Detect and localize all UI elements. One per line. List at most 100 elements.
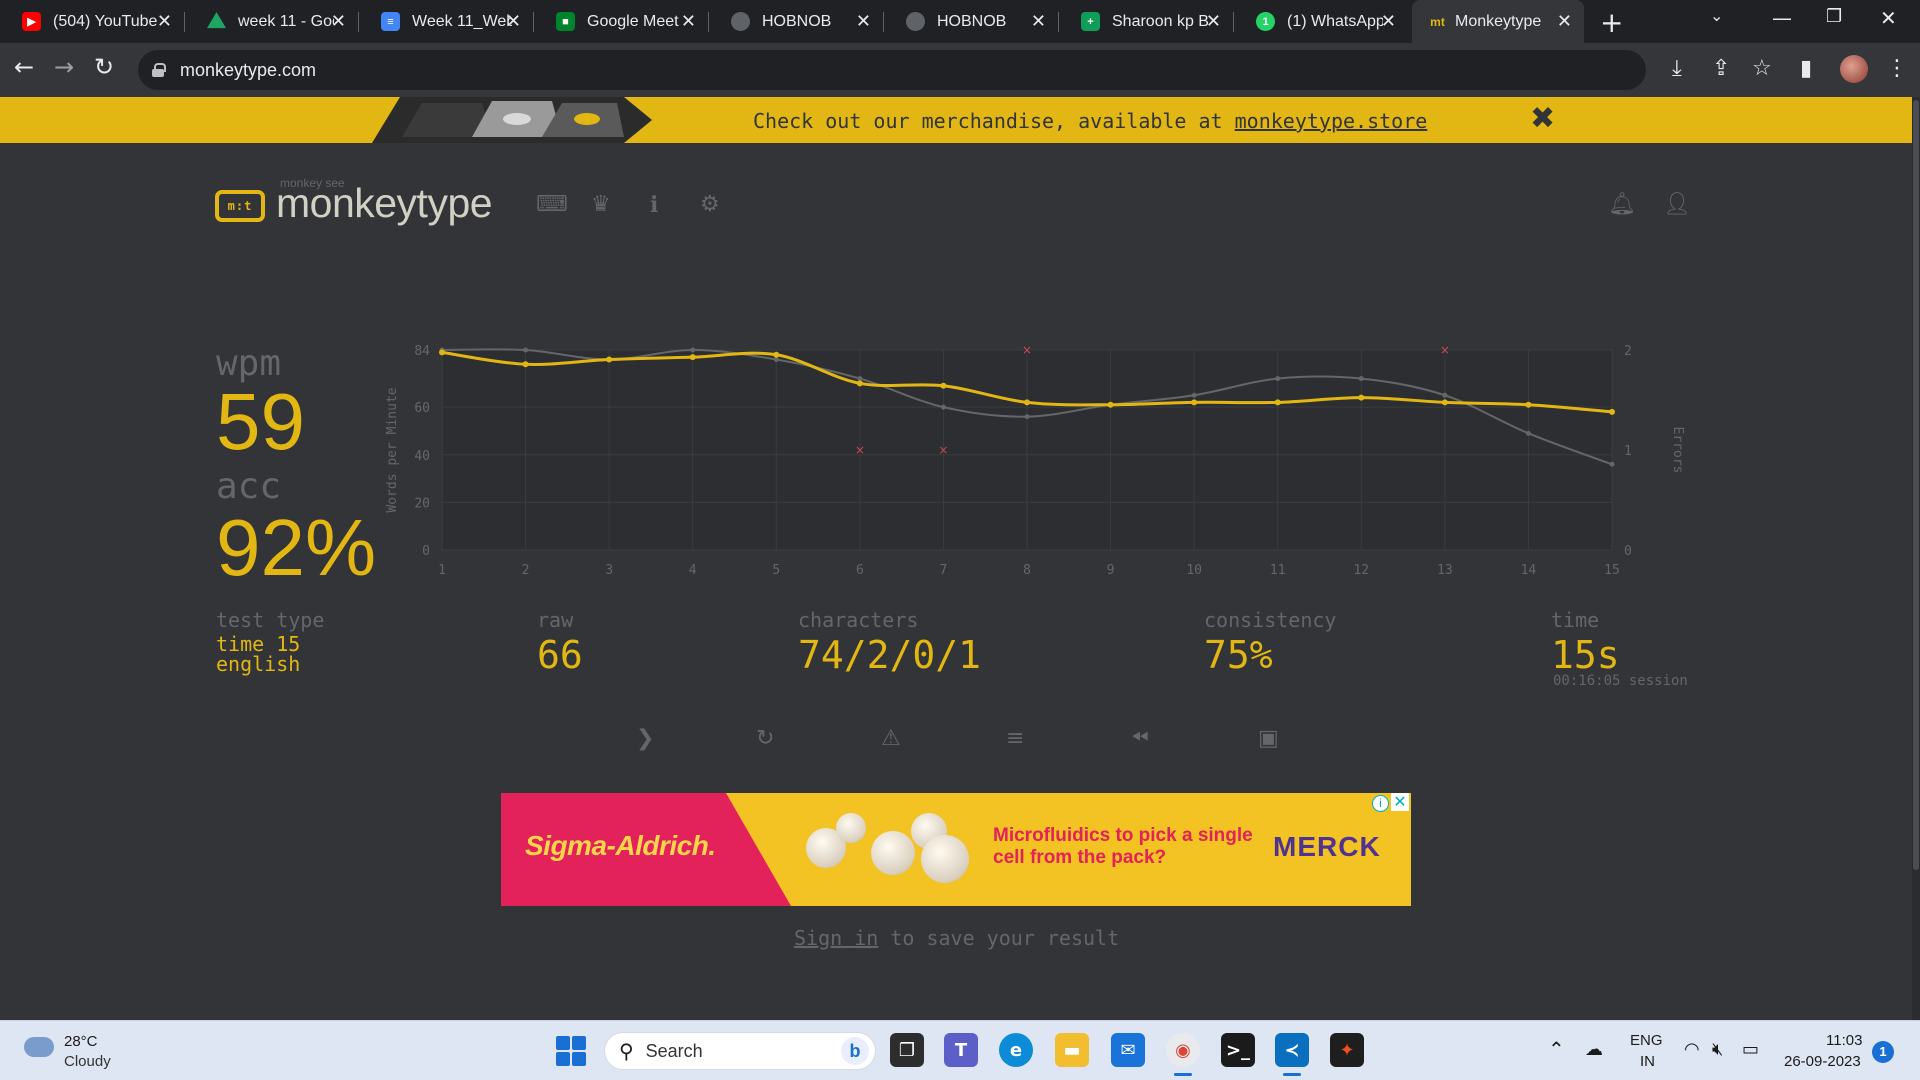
tab-hobnob-2[interactable]: HOBNOB ✕ xyxy=(884,0,1058,43)
battery-icon[interactable]: ▭ xyxy=(1742,1039,1759,1060)
point-wpm xyxy=(773,351,780,358)
tab-search-icon[interactable]: ⌄ xyxy=(1710,6,1723,25)
close-icon[interactable]: ✕ xyxy=(1206,11,1221,32)
forward-icon[interactable]: → xyxy=(54,53,74,81)
ad-close-icon[interactable]: ✕ xyxy=(1391,793,1409,811)
merch-store-link[interactable]: monkeytype.store xyxy=(1235,109,1428,133)
tab-whatsapp[interactable]: 1 (1) WhatsApp ✕ xyxy=(1234,0,1408,43)
taskbar-search[interactable]: ⚲ Search b xyxy=(604,1032,876,1070)
restart-icon[interactable]: ↻ xyxy=(756,726,774,751)
weather-temperature[interactable]: 28°C xyxy=(64,1033,98,1050)
teams-icon[interactable]: T xyxy=(944,1033,978,1067)
tab-google-docs[interactable]: ≡ Week 11_Web ✕ xyxy=(359,0,533,43)
ad-sponsor-logo[interactable]: MERCK xyxy=(1273,831,1381,863)
screenshot-icon[interactable]: ▣ xyxy=(1258,726,1279,751)
close-icon[interactable]: ✕ xyxy=(856,11,871,32)
install-icon[interactable]: ⤓ xyxy=(1672,56,1682,81)
replay-icon[interactable]: ⏪︎ xyxy=(1131,726,1149,751)
share-icon[interactable]: ⇪ xyxy=(1712,56,1730,81)
omnibox[interactable]: monkeytype.com xyxy=(138,50,1646,90)
url-text[interactable]: monkeytype.com xyxy=(180,60,316,81)
chart-y2-ticks: 0 1 2 xyxy=(1624,344,1632,559)
point-raw xyxy=(1358,376,1364,382)
vscode-icon[interactable]: ≺ xyxy=(1275,1033,1309,1076)
onedrive-icon[interactable]: ☁ xyxy=(1585,1039,1603,1060)
close-icon[interactable]: ✕ xyxy=(1557,11,1572,32)
edge-icon[interactable]: e xyxy=(999,1033,1033,1067)
crown-icon[interactable]: ♛ xyxy=(591,192,611,217)
user-icon[interactable]: 👤︎ xyxy=(1663,192,1691,217)
error-marker: × xyxy=(855,443,865,457)
warning-icon[interactable]: ⚠ xyxy=(881,726,901,751)
point-wpm xyxy=(1191,399,1198,406)
side-panel-icon[interactable]: ▮ xyxy=(1800,56,1812,81)
tab-hobnob-1[interactable]: HOBNOB ✕ xyxy=(709,0,883,43)
window-close-icon[interactable]: ✕ xyxy=(1880,6,1897,30)
point-raw xyxy=(857,376,863,382)
chart-ylabel: Words per Minute xyxy=(385,387,400,512)
signin-link[interactable]: Sign in xyxy=(794,926,878,950)
reload-icon[interactable]: ↻ xyxy=(94,53,114,81)
wpm-chart[interactable]: 020406084 012 1 2 3 4 5 6 7 8 9 10 11 12 13 14 15 Word… xyxy=(370,330,1700,590)
language-code[interactable]: ENG xyxy=(1630,1032,1663,1049)
terminal-icon[interactable]: >_ xyxy=(1221,1033,1255,1067)
word-history-icon[interactable]: ≡ xyxy=(1006,726,1024,751)
windows-taskbar: 28°C Cloudy ⚲ Search b ❐ T e ▬ ✉ ◉ >_ ≺ … xyxy=(0,1020,1920,1080)
close-icon[interactable]: ✕ xyxy=(331,11,346,32)
close-icon[interactable]: ✕ xyxy=(1031,11,1046,32)
volume-muted-icon[interactable]: 🔇︎ xyxy=(1712,1039,1723,1060)
lock-icon[interactable] xyxy=(152,63,166,77)
point-raw xyxy=(1275,376,1281,382)
profile-avatar[interactable] xyxy=(1840,55,1868,83)
close-icon[interactable]: ✕ xyxy=(1381,11,1396,32)
bookmark-star-icon[interactable]: ☆ xyxy=(1752,56,1772,81)
bing-icon[interactable]: b xyxy=(841,1037,869,1065)
keyboard-icon[interactable]: ⌨ xyxy=(536,192,568,217)
tab-google-sheets[interactable]: + Sharoon kp B ✕ xyxy=(1059,0,1233,43)
close-icon[interactable]: ✕ xyxy=(681,11,696,32)
tab-google-drive[interactable]: week 11 - Google Drive ✕ xyxy=(185,0,358,43)
x-tick-label: 9 xyxy=(1107,563,1115,578)
back-icon[interactable]: ← xyxy=(14,53,34,81)
wifi-icon[interactable]: ◠ xyxy=(1684,1039,1700,1060)
banner-text: Check out our merchandise, available at xyxy=(753,109,1235,133)
tab-google-meet[interactable]: ■ Google Meet ✕ xyxy=(534,0,708,43)
chrome-icon[interactable]: ◉ xyxy=(1166,1033,1200,1076)
chevron-up-icon[interactable]: ⌃ xyxy=(1548,1037,1565,1061)
figma-icon[interactable]: ✦ xyxy=(1330,1033,1364,1067)
task-view-icon[interactable]: ❐ xyxy=(890,1033,924,1067)
ad-brand[interactable]: Sigma-Aldrich. xyxy=(525,830,716,862)
next-test-icon[interactable]: ❯ xyxy=(636,726,654,751)
start-button[interactable] xyxy=(556,1036,586,1066)
monkeytype-logo-icon[interactable]: m:t xyxy=(215,190,265,222)
tab-youtube[interactable]: ▶ (504) YouTube ✕ xyxy=(0,0,184,43)
bell-icon[interactable]: 🔔︎ xyxy=(1608,192,1636,217)
language-region[interactable]: IN xyxy=(1640,1053,1655,1070)
gear-icon[interactable]: ⚙ xyxy=(700,192,720,217)
close-icon[interactable]: ✕ xyxy=(506,11,521,32)
minimize-icon[interactable]: — xyxy=(1772,6,1792,30)
weather-description[interactable]: Cloudy xyxy=(64,1053,111,1070)
address-toolbar: ← → ↻ monkeytype.com ⤓ ⇪ ☆ ▮ ⋮ xyxy=(0,43,1920,97)
scrollbar-thumb[interactable] xyxy=(1913,100,1919,870)
menu-kebab-icon[interactable]: ⋮ xyxy=(1886,56,1908,81)
close-icon[interactable]: ✕ xyxy=(157,11,172,32)
advertisement[interactable]: Sigma-Aldrich. Microfluidics to pick a s… xyxy=(501,793,1411,906)
acc-label: acc xyxy=(216,466,282,507)
notification-badge[interactable]: 1 xyxy=(1872,1041,1894,1063)
ad-info-icon[interactable]: i xyxy=(1372,795,1389,812)
cloud-icon[interactable] xyxy=(24,1037,54,1057)
tab-monkeytype[interactable]: mt Monkeytype ✕ xyxy=(1412,0,1584,43)
logo-text[interactable]: monkeytype xyxy=(276,180,493,227)
ad-headline[interactable]: Microfluidics to pick a single cell from… xyxy=(993,825,1273,869)
restore-icon[interactable]: ❐ xyxy=(1826,6,1842,27)
new-tab-button[interactable]: + xyxy=(1600,6,1623,39)
clock-time[interactable]: 11:03 xyxy=(1826,1032,1862,1049)
info-icon[interactable]: i xyxy=(650,192,658,218)
error-marker: × xyxy=(1440,343,1450,357)
banner-close-icon[interactable]: ✖ xyxy=(1530,101,1555,136)
signin-suffix: to save your result xyxy=(878,926,1120,950)
file-explorer-icon[interactable]: ▬ xyxy=(1055,1033,1089,1067)
clock-date[interactable]: 26-09-2023 xyxy=(1784,1053,1861,1070)
mail-icon[interactable]: ✉ xyxy=(1111,1033,1145,1067)
